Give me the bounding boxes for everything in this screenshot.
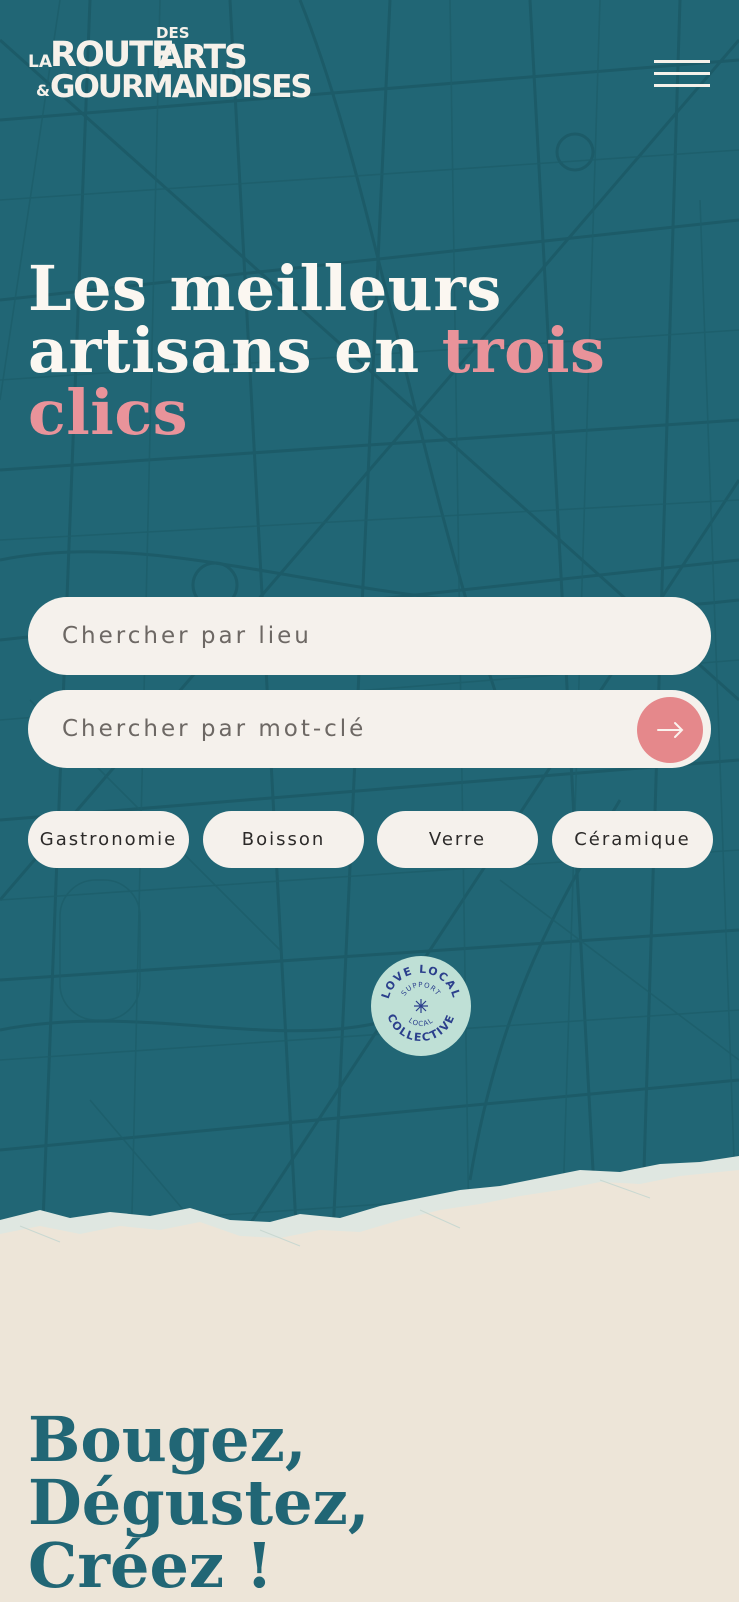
search-submit-button[interactable] xyxy=(637,697,703,763)
arrow-right-icon xyxy=(657,722,684,738)
logo-ampersand: & xyxy=(36,81,50,100)
hero-title: Les meilleurs artisans en trois clics xyxy=(28,258,688,444)
torn-paper-divider xyxy=(0,1156,739,1320)
section2-line1: Bougez, xyxy=(28,1403,307,1476)
logo-route: ROUTE xyxy=(50,35,175,75)
love-local-badge: LOVE LOCAL COLLECTIVE SUPPORT LOCAL xyxy=(371,956,471,1056)
location-search-input[interactable] xyxy=(28,597,711,675)
category-chip-verre[interactable]: Verre xyxy=(377,811,538,868)
hero-title-accent-trois: trois xyxy=(441,314,606,387)
category-chip-ceramique[interactable]: Céramique xyxy=(552,811,713,868)
asterisk-icon xyxy=(414,999,428,1013)
section2-line2: Dégustez, xyxy=(28,1466,370,1539)
section2-line3: Créez ! xyxy=(28,1529,273,1602)
logo-gourmandises: GOURMANDISES xyxy=(50,69,313,105)
hero-section: LA ROUTE DES ARTS & GOURMANDISES Les mei… xyxy=(0,0,739,1300)
keyword-search-input[interactable] xyxy=(28,690,711,768)
section2-title: Bougez, Dégustez, Créez ! xyxy=(28,1408,708,1597)
brand-logo[interactable]: LA ROUTE DES ARTS & GOURMANDISES xyxy=(28,26,313,104)
hamburger-menu-icon[interactable] xyxy=(654,58,712,90)
hero-title-accent-clics: clics xyxy=(28,376,189,449)
category-chip-gastronomie[interactable]: Gastronomie xyxy=(28,811,189,868)
category-chip-boisson[interactable]: Boisson xyxy=(203,811,364,868)
logo-la: LA xyxy=(28,52,52,72)
